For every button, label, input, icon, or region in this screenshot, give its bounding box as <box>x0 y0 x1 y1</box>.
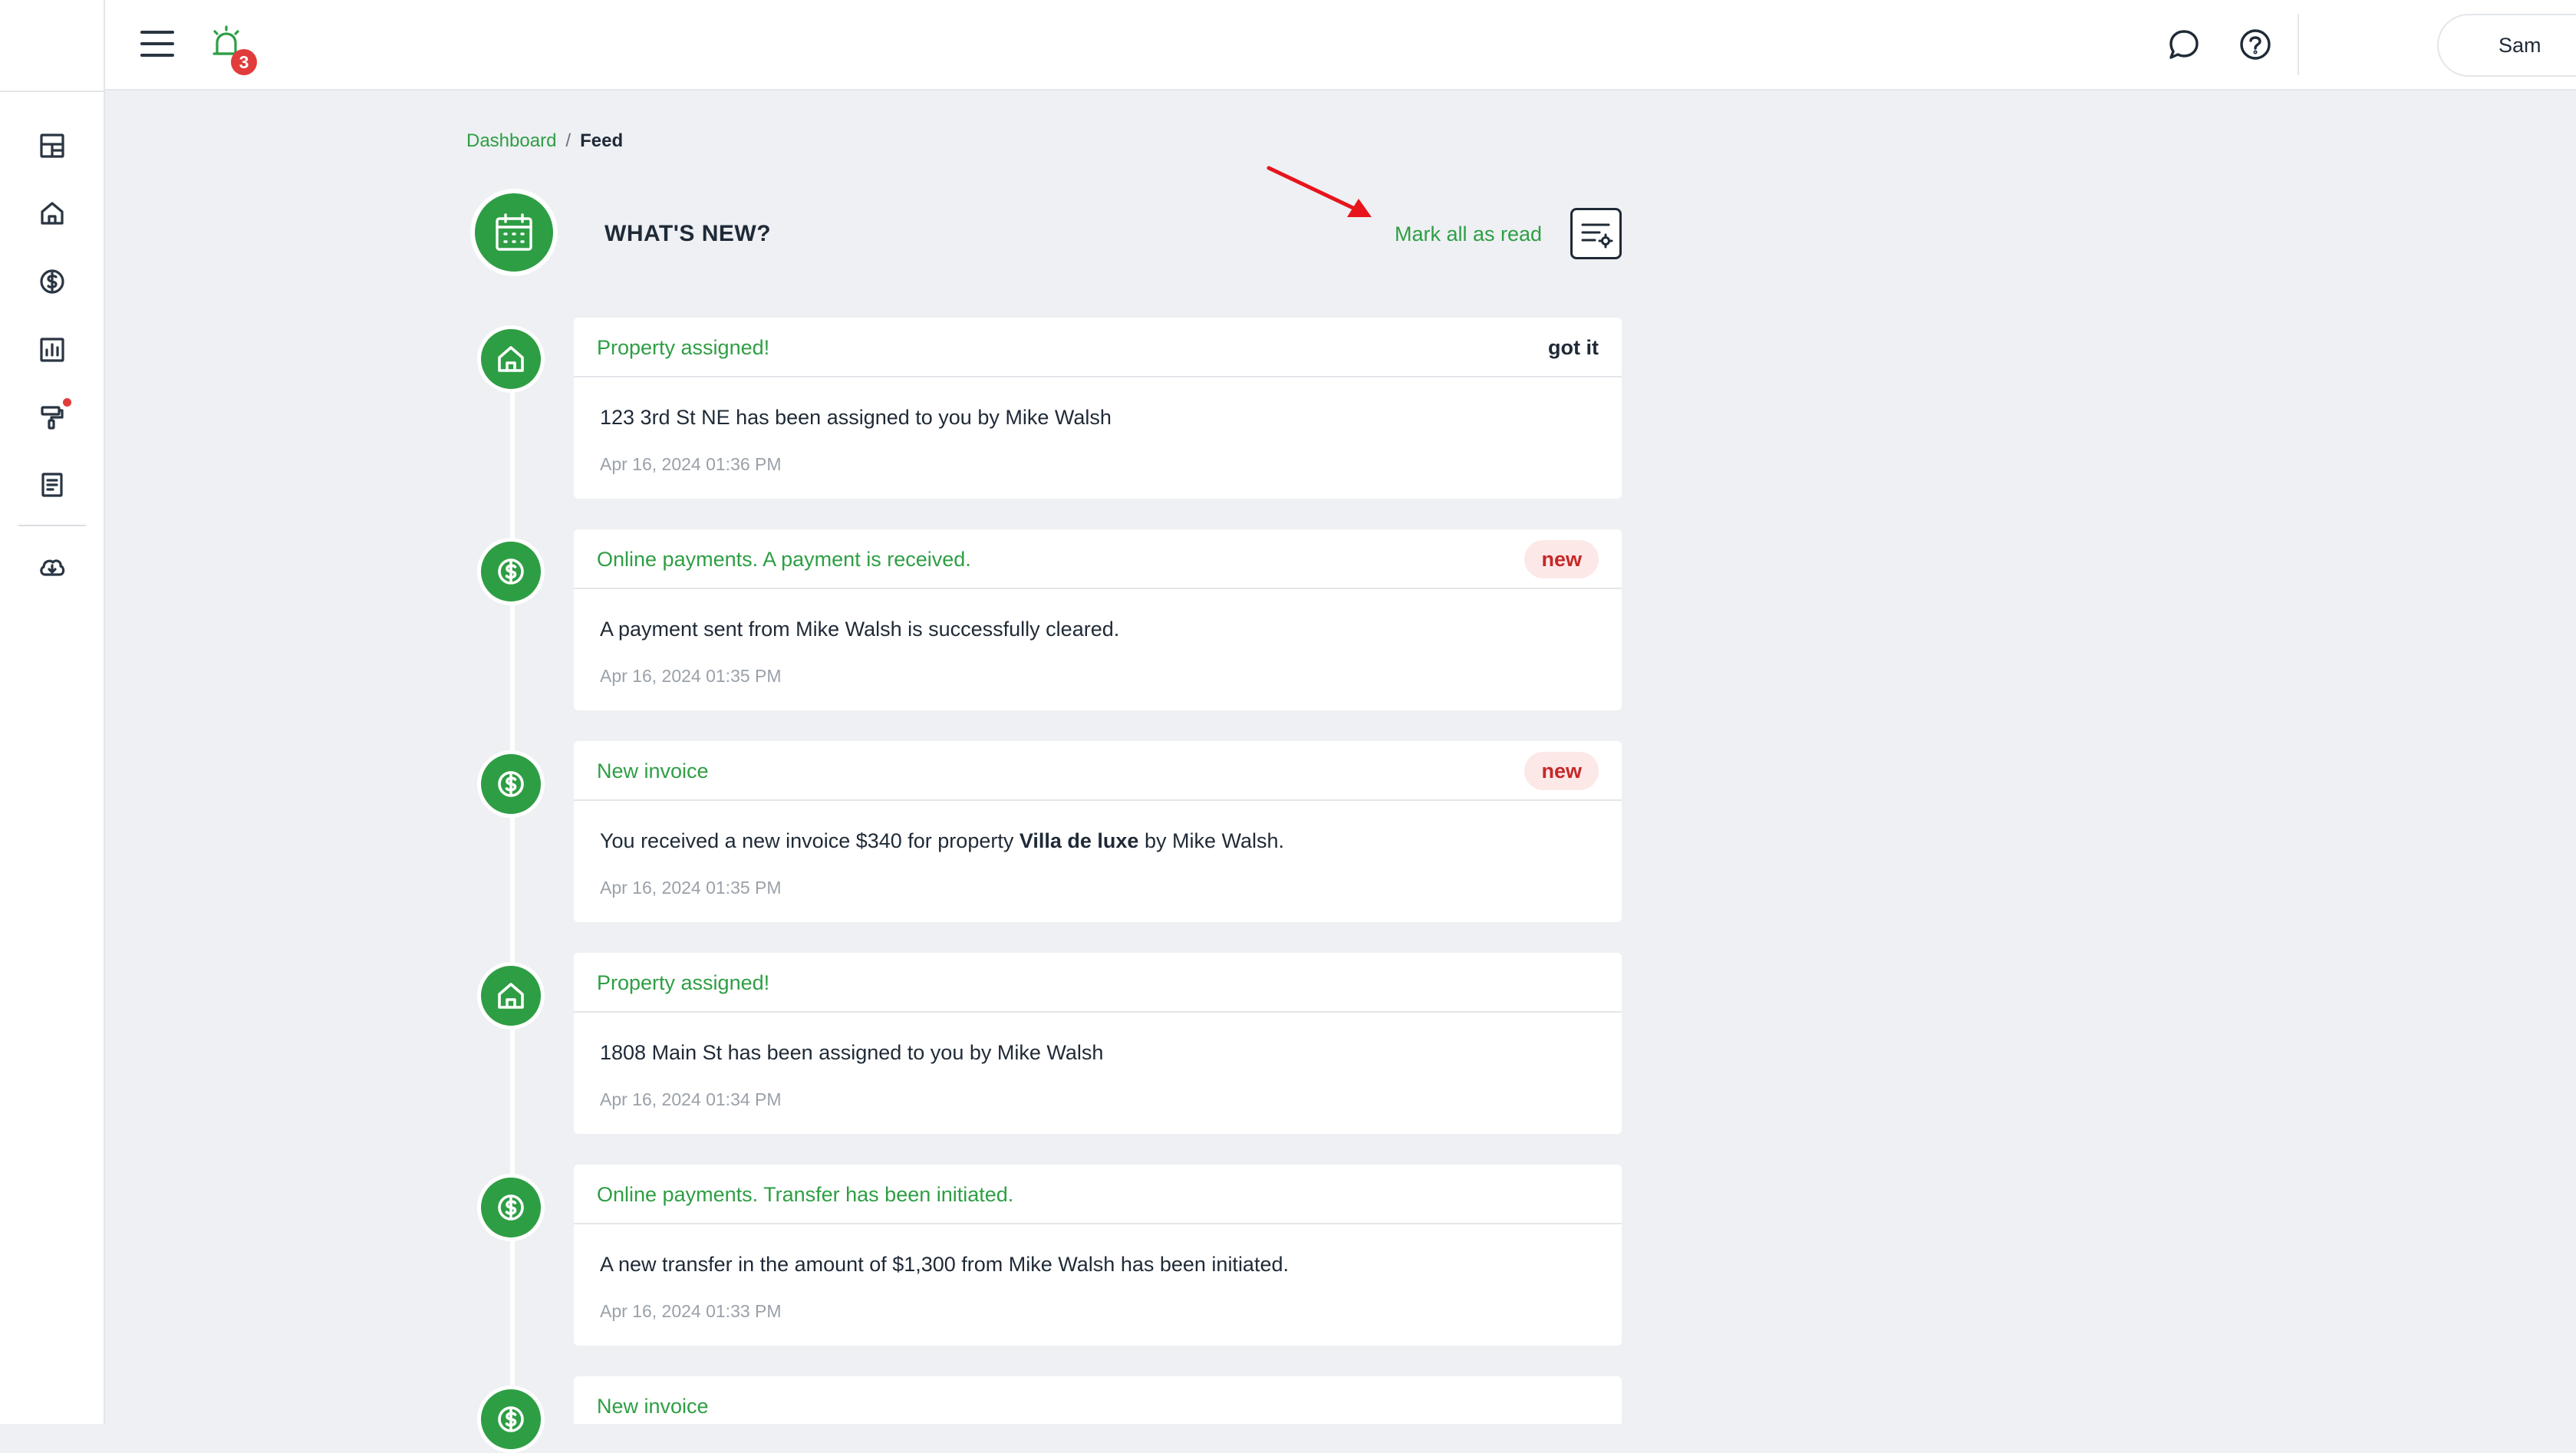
annotation-arrow <box>1267 166 1372 217</box>
help-button[interactable] <box>2237 26 2274 63</box>
notification-dot <box>63 398 71 407</box>
feed-card-header: Online payments. Transfer has been initi… <box>574 1165 1622 1224</box>
feed-card: Property assigned! 1808 Main St has been… <box>574 953 1622 1134</box>
feed-card-message: 123 3rd St NE has been assigned to you b… <box>600 406 1112 429</box>
feed-card-timestamp: Apr 16, 2024 01:33 PM <box>600 1301 782 1321</box>
chat-icon <box>2169 30 2199 59</box>
feed-card: Online payments. Transfer has been initi… <box>574 1165 1622 1346</box>
feed-card-title: Property assigned! <box>597 336 770 359</box>
dollar-icon <box>498 1194 524 1221</box>
paint-roller-icon <box>41 406 64 430</box>
message-text: You received a new invoice $340 for prop… <box>600 829 1020 852</box>
feed-item-icon <box>477 1385 545 1453</box>
feed-card: New invoice <box>574 1376 1622 1424</box>
sidebar-item-dashboard[interactable] <box>34 127 71 164</box>
hamburger-line <box>140 54 174 57</box>
sidebar-item-download[interactable] <box>34 549 71 585</box>
feed-item-icon <box>477 325 545 393</box>
feed-card-header: Online payments. A payment is received. … <box>574 529 1622 589</box>
breadcrumb-separator: / <box>565 130 572 151</box>
home-icon <box>498 346 524 372</box>
feed-card-header: Property assigned! got it <box>574 318 1622 377</box>
help-icon <box>2240 29 2271 60</box>
filter-settings-icon <box>1581 223 1612 248</box>
feed-card-message: A payment sent from Mike Walsh is succes… <box>600 618 1120 641</box>
feed-card-title: Online payments. A payment is received. <box>597 548 971 571</box>
sidebar-item-maintenance[interactable] <box>34 398 71 436</box>
feed-card-timestamp: Apr 16, 2024 01:36 PM <box>600 454 782 474</box>
user-name: Sam <box>2499 34 2541 57</box>
sidebar-item-documents[interactable] <box>34 466 71 503</box>
alarm-count-badge: 3 <box>231 49 257 75</box>
feed-card-message: A new transfer in the amount of $1,300 f… <box>600 1253 1289 1276</box>
feed-card-header: New invoice <box>574 1376 1622 1436</box>
home-icon <box>41 202 64 225</box>
document-icon <box>41 473 63 497</box>
got-it-button[interactable]: got it <box>1548 336 1599 360</box>
calendar-icon <box>496 213 532 251</box>
new-badge[interactable]: new <box>1524 540 1599 578</box>
feed-card: New invoice new You received a new invoi… <box>574 741 1622 922</box>
dollar-icon <box>498 771 524 797</box>
feed-card-header: New invoice new <box>574 741 1622 801</box>
new-badge[interactable]: new <box>1524 752 1599 790</box>
sidebar-header <box>0 0 104 92</box>
feed-card-message: You received a new invoice $340 for prop… <box>600 829 1284 853</box>
sidebar-divider <box>18 525 86 526</box>
feed-settings-button[interactable] <box>1570 208 1622 259</box>
alarm-button[interactable]: 3 <box>208 25 257 75</box>
chart-icon <box>40 338 64 362</box>
chat-button[interactable] <box>2166 26 2202 63</box>
feed-card-title: Property assigned! <box>597 971 770 994</box>
dollar-icon <box>40 269 64 294</box>
page-title: WHAT'S NEW? <box>604 221 772 246</box>
feed-header-badge <box>470 189 558 276</box>
feed-card-timestamp: Apr 16, 2024 01:35 PM <box>600 666 782 686</box>
top-bar: 3 Sam <box>105 0 2576 91</box>
home-icon <box>498 983 524 1009</box>
feed-item-icon <box>477 538 545 605</box>
dollar-icon <box>498 1406 524 1432</box>
breadcrumb-current: Feed <box>580 130 624 151</box>
message-text: by Mike Walsh. <box>1138 829 1284 852</box>
feed-card-title: Online payments. Transfer has been initi… <box>597 1183 1014 1206</box>
feed-card: Online payments. A payment is received. … <box>574 529 1622 710</box>
feed-item-icon <box>477 750 545 818</box>
feed-card-message: 1808 Main St has been assigned to you by… <box>600 1041 1104 1064</box>
feed-card-title: New invoice <box>597 1395 709 1418</box>
property-name: Villa de luxe <box>1019 829 1139 852</box>
menu-toggle-button[interactable] <box>140 28 174 59</box>
timeline-line <box>510 338 515 1424</box>
feed-item-icon <box>477 962 545 1030</box>
mark-all-read-button[interactable]: Mark all as read <box>1395 222 1542 246</box>
feed-card-timestamp: Apr 16, 2024 01:35 PM <box>600 878 782 898</box>
feed-card-title: New invoice <box>597 759 709 783</box>
topbar-divider <box>2298 14 2299 75</box>
breadcrumb: Dashboard / Feed <box>466 130 623 152</box>
hamburger-line <box>140 42 174 45</box>
sidebar-item-payments[interactable] <box>34 263 71 300</box>
dashboard-icon <box>40 133 64 158</box>
dollar-icon <box>498 558 524 585</box>
feed-card-timestamp: Apr 16, 2024 01:34 PM <box>600 1089 782 1109</box>
feed-card-header: Property assigned! <box>574 953 1622 1013</box>
feed-card: Property assigned! got it 123 3rd St NE … <box>574 318 1622 499</box>
breadcrumb-dashboard-link[interactable]: Dashboard <box>466 130 556 151</box>
feed-item-icon <box>477 1174 545 1241</box>
sidebar-item-reports[interactable] <box>34 331 71 368</box>
user-menu-button[interactable]: Sam <box>2437 14 2576 77</box>
hamburger-line <box>140 31 174 34</box>
sidebar-item-home[interactable] <box>34 195 71 232</box>
cloud-download-icon <box>40 559 65 576</box>
sidebar <box>0 0 105 1424</box>
